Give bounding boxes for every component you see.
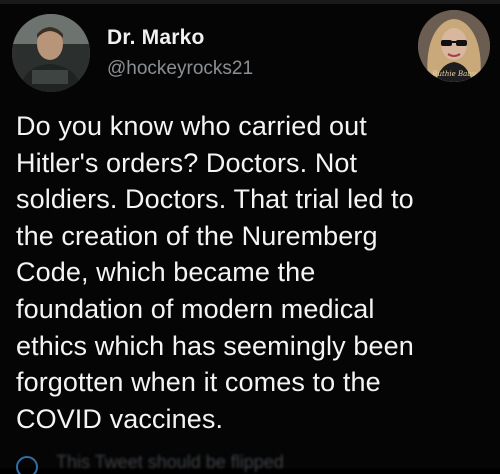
info-circle-icon: [16, 456, 38, 474]
tweet-text: Do you know who carried out Hitler's ord…: [16, 111, 414, 434]
sticker-portrait-image: Ruthie Baby: [418, 10, 490, 82]
author-avatar[interactable]: [12, 14, 90, 92]
sticker-avatar: Ruthie Baby: [418, 10, 490, 82]
author-display-name[interactable]: Dr. Marko: [107, 26, 253, 50]
sticker-caption: Ruthie Baby: [431, 70, 477, 78]
author-avatar-image: [12, 14, 90, 92]
author-block: Dr. Marko @hockeyrocks21: [107, 26, 253, 80]
bottom-partial-row: This Tweet should be flipped: [16, 452, 496, 474]
bottom-partial-text: This Tweet should be flipped: [56, 452, 284, 472]
tweet-card: Dr. Marko @hockeyrocks21 Ruthie Baby Do …: [0, 0, 500, 474]
top-divider: [0, 0, 500, 4]
author-handle[interactable]: @hockeyrocks21: [107, 58, 253, 80]
